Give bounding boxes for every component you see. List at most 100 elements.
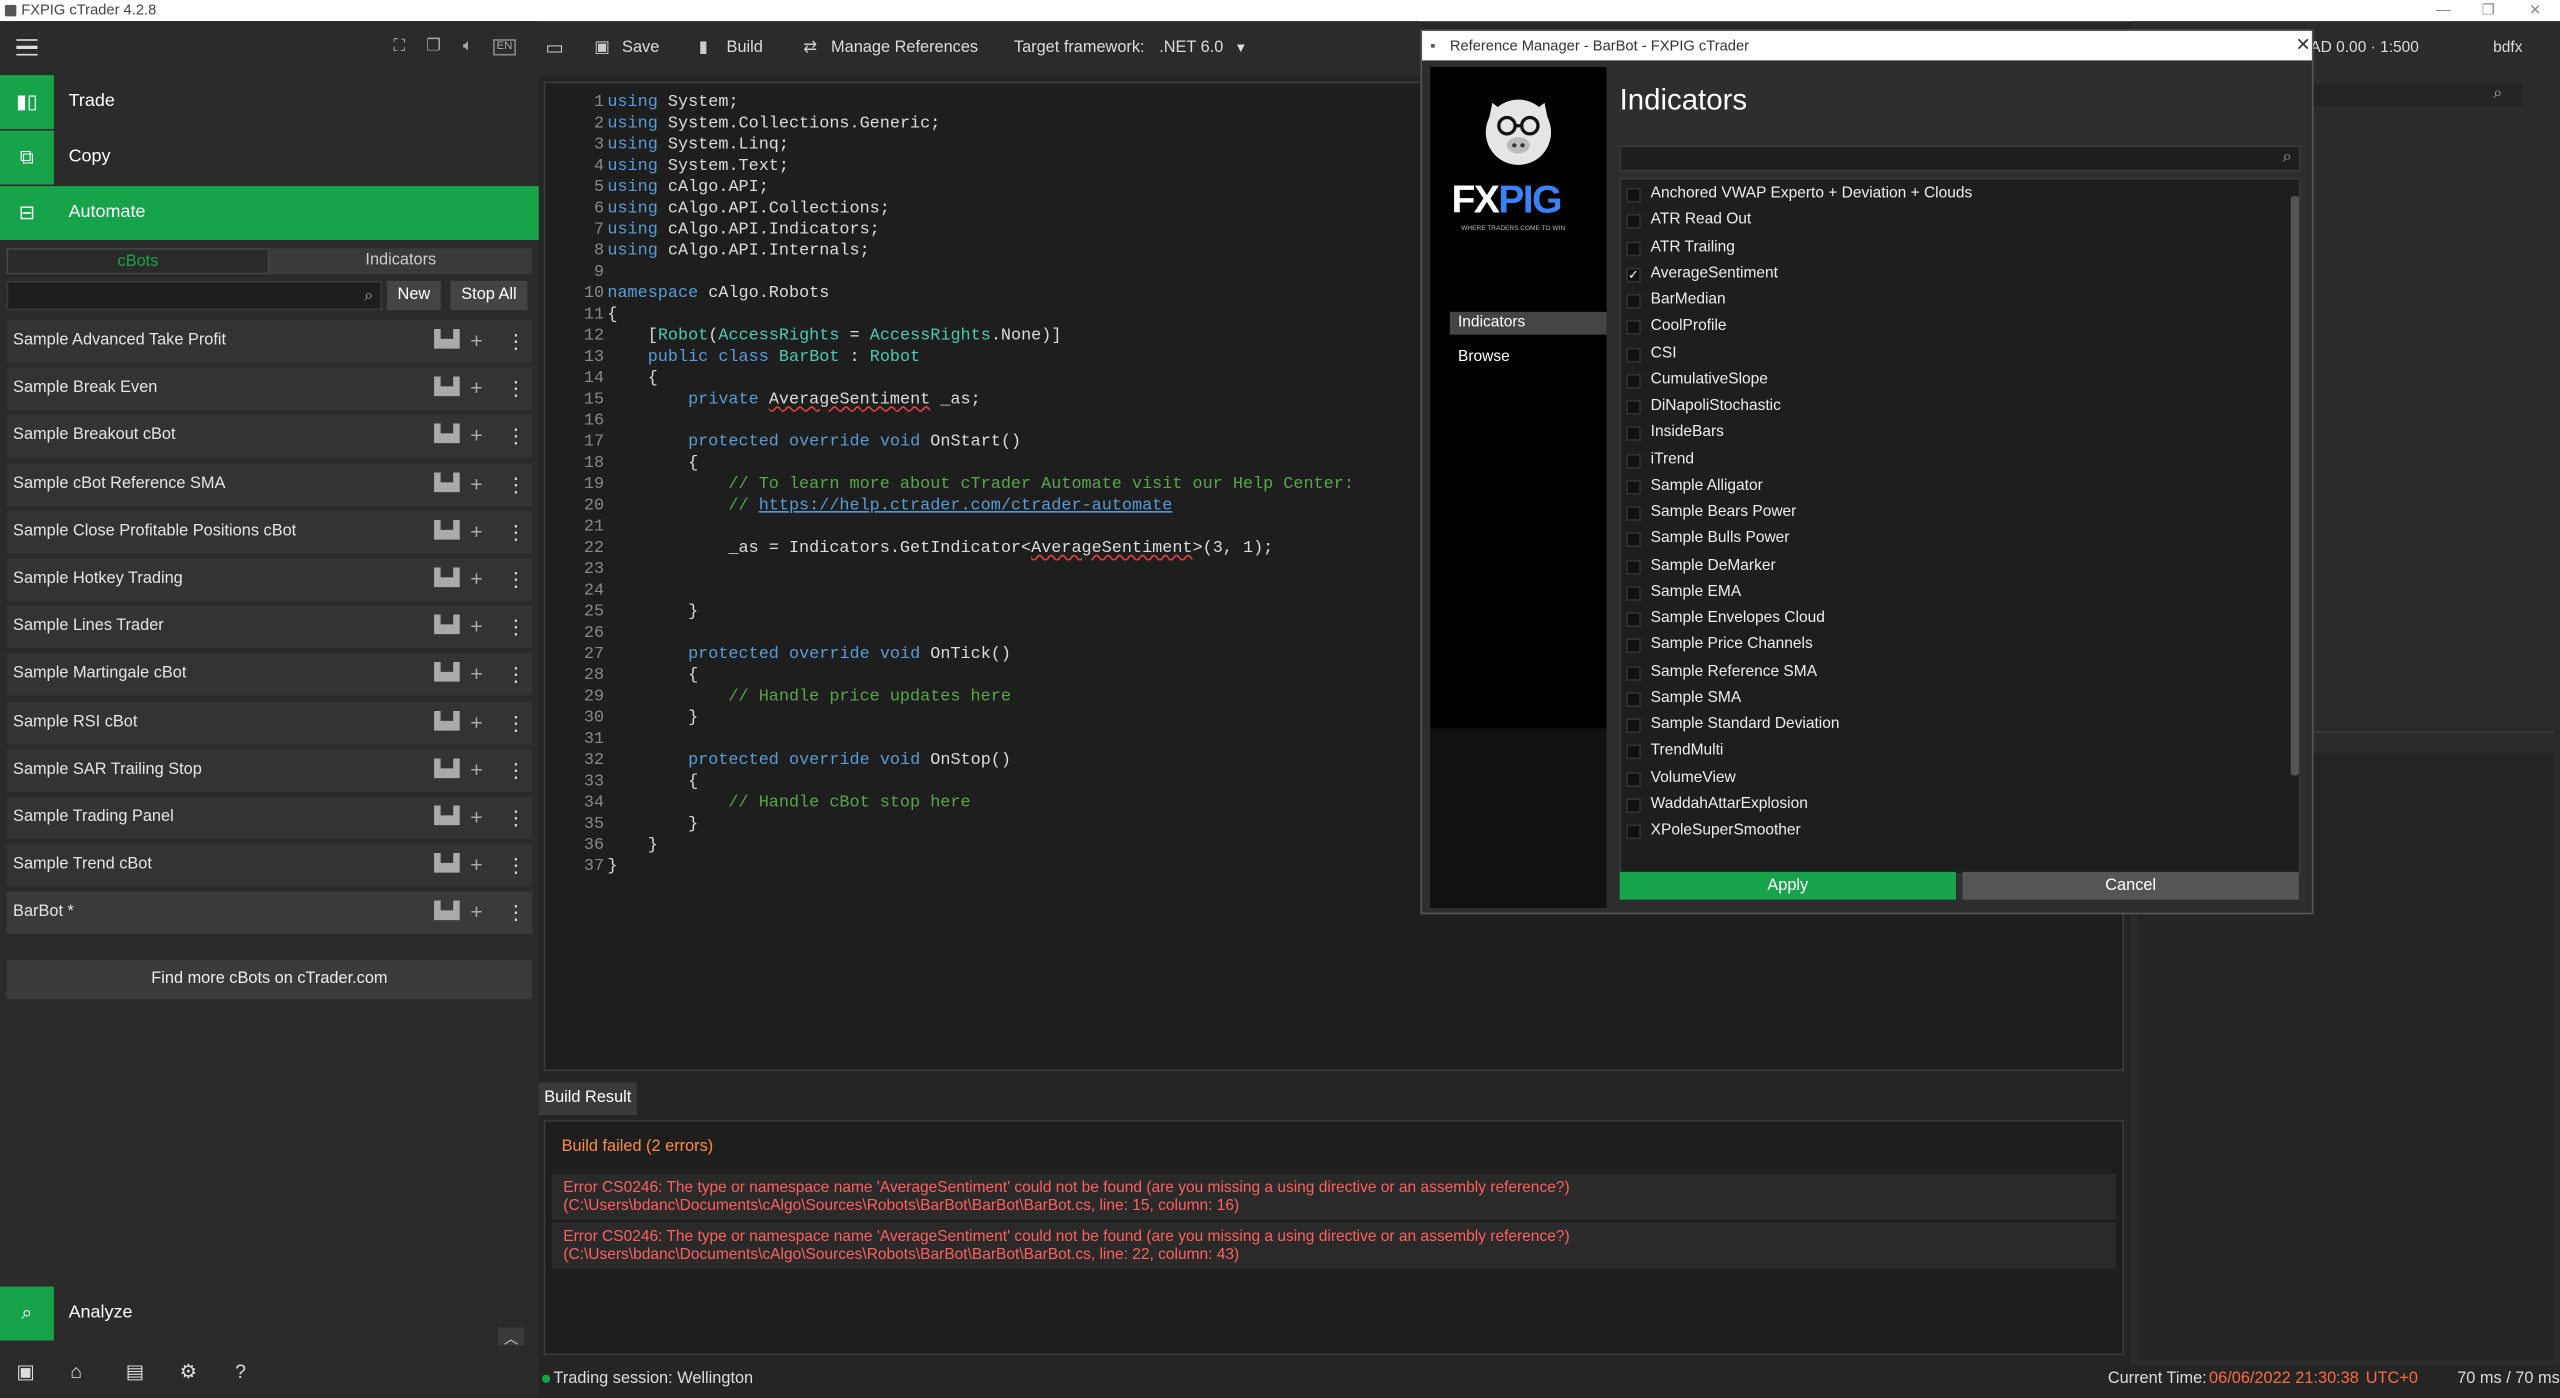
code-line[interactable]: { [607,454,1354,475]
instances-icon[interactable]: ▙▟ [434,654,459,696]
checkbox[interactable] [1626,293,1641,309]
checkbox[interactable] [1626,187,1641,203]
calculator-icon[interactable]: ▤ [126,1360,145,1383]
code-line[interactable]: using System.Collections.Generic; [607,114,1354,135]
checkbox[interactable] [1626,373,1641,389]
target-framework-select[interactable]: .NET 6.0 [1159,21,1223,75]
tab-build-result[interactable]: Build Result [538,1082,637,1116]
code-line[interactable]: // Handle price updates here [607,687,1354,708]
tab-indicators[interactable]: Indicators [269,248,532,274]
bot-search-input[interactable]: ⌕ [6,280,383,311]
chevron-down-icon[interactable]: ▼ [1234,21,1247,75]
code-line[interactable]: // https://help.ctrader.com/ctrader-auto… [607,496,1354,517]
save-button[interactable]: Save [622,21,659,75]
add-instance-icon[interactable]: + [470,511,482,553]
code-line[interactable] [607,624,1354,645]
add-instance-icon[interactable]: + [470,892,482,934]
code-line[interactable]: [Robot(AccessRights = AccessRights.None)… [607,327,1354,348]
code-line[interactable]: // To learn more about cTrader Automate … [607,475,1354,496]
instances-icon[interactable]: ▙▟ [434,558,459,600]
build-error[interactable]: Error CS0246: The type or namespace name… [551,1222,2116,1269]
instances-icon[interactable]: ▙▟ [434,368,459,410]
code-line[interactable] [607,730,1354,751]
maximize-button[interactable]: ❐ [2482,0,2495,21]
add-instance-icon[interactable]: + [470,606,482,648]
sidebar-item-browse[interactable]: Browse [1450,346,1607,369]
checkbox[interactable] [1626,346,1641,362]
code-line[interactable]: // Handle cBot stop here [607,793,1354,814]
bot-list-item[interactable]: BarBot * ▙▟ + ⋮ [6,892,533,935]
bot-list-item[interactable]: Sample RSI cBot ▙▟ + ⋮ [6,701,533,744]
bot-list-item[interactable]: Sample Trend cBot ▙▟ + ⋮ [6,844,533,887]
checkbox[interactable] [1626,400,1641,415]
bot-list-item[interactable]: Sample Martingale cBot ▙▟ + ⋮ [6,653,533,697]
bot-list-item[interactable]: Sample cBot Reference SMA ▙▟ + ⋮ [6,463,533,506]
language-icon[interactable]: EN [493,39,516,56]
code-line[interactable]: { [607,369,1354,390]
minimize-button[interactable]: — [2436,0,2451,21]
more-options-icon[interactable]: ⋮ [506,701,526,743]
new-button[interactable]: New [386,280,441,311]
checkbox[interactable] [1626,532,1641,548]
checkbox[interactable] [1626,479,1641,495]
more-options-icon[interactable]: ⋮ [506,463,526,505]
more-options-icon[interactable]: ⋮ [506,797,526,839]
code-line[interactable]: using System.Linq; [607,136,1354,157]
code-line[interactable]: using cAlgo.API; [607,178,1354,199]
checkbox[interactable] [1626,240,1641,256]
code-line[interactable] [607,518,1354,539]
cancel-button[interactable]: Cancel [1962,871,2299,900]
bot-list-item[interactable]: Sample SAR Trailing Stop ▙▟ + ⋮ [6,749,533,792]
code-line[interactable]: using cAlgo.API.Internals; [607,242,1354,263]
nav-copy[interactable]: ⧉ Copy [0,130,539,185]
checkbox[interactable] [1626,612,1641,627]
bot-list-item[interactable]: Sample Lines Trader ▙▟ + ⋮ [6,606,533,649]
code-line[interactable]: using System.Text; [607,157,1354,178]
checkbox[interactable] [1626,691,1641,707]
checkbox[interactable] [1626,585,1641,601]
help-icon[interactable]: ? [235,1360,246,1383]
code-line[interactable]: _as = Indicators.GetIndicator<AverageSen… [607,539,1354,560]
instances-icon[interactable]: ▙▟ [434,463,459,505]
code-line[interactable]: } [607,857,1354,878]
instances-icon[interactable]: ▙▟ [434,511,459,553]
menu-icon[interactable] [16,39,38,56]
manage-references-button[interactable]: Manage References [831,21,978,75]
checkbox[interactable] [1626,214,1641,229]
code-line[interactable] [607,263,1354,284]
close-dialog-button[interactable]: ✕ [2296,31,2311,60]
checkbox[interactable] [1626,797,1641,813]
briefcase-icon[interactable]: ▣ [16,1360,35,1383]
code-line[interactable]: { [607,772,1354,793]
more-options-icon[interactable]: ⋮ [506,892,526,934]
bot-list-item[interactable]: Sample Trading Panel ▙▟ + ⋮ [6,796,533,840]
code-line[interactable]: { [607,666,1354,687]
nav-analyze[interactable]: ⌕ Analyze [0,1286,539,1341]
instances-icon[interactable]: ▙▟ [434,844,459,886]
right-search-input[interactable] [2310,83,2523,107]
windows-icon[interactable]: ❐ [423,38,444,58]
scrollbar[interactable] [2290,195,2299,776]
indicator-search-input[interactable]: ⌕ [1619,145,2301,172]
more-options-icon[interactable]: ⋮ [506,415,526,457]
code-line[interactable]: using cAlgo.API.Collections; [607,199,1354,220]
code-line[interactable]: } [607,815,1354,836]
more-options-icon[interactable]: ⋮ [506,749,526,791]
add-instance-icon[interactable]: + [470,415,482,457]
code-line[interactable]: protected override void OnStop() [607,751,1354,772]
stop-all-button[interactable]: Stop All [450,280,528,311]
apply-button[interactable]: Apply [1619,871,1956,900]
instances-icon[interactable]: ▙▟ [434,320,459,362]
checkbox[interactable] [1626,426,1641,442]
instances-icon[interactable]: ▙▟ [434,797,459,839]
checkbox[interactable] [1626,638,1641,654]
bot-list-item[interactable]: Sample Break Even ▙▟ + ⋮ [6,367,533,411]
code-line[interactable]: namespace cAlgo.Robots [607,284,1354,305]
add-instance-icon[interactable]: + [470,320,482,362]
code-line[interactable]: protected override void OnTick() [607,645,1354,666]
code-line[interactable] [607,411,1354,432]
build-button[interactable]: Build [727,21,763,75]
more-options-icon[interactable]: ⋮ [506,606,526,648]
instances-icon[interactable]: ▙▟ [434,606,459,648]
checkbox[interactable] [1626,718,1641,734]
